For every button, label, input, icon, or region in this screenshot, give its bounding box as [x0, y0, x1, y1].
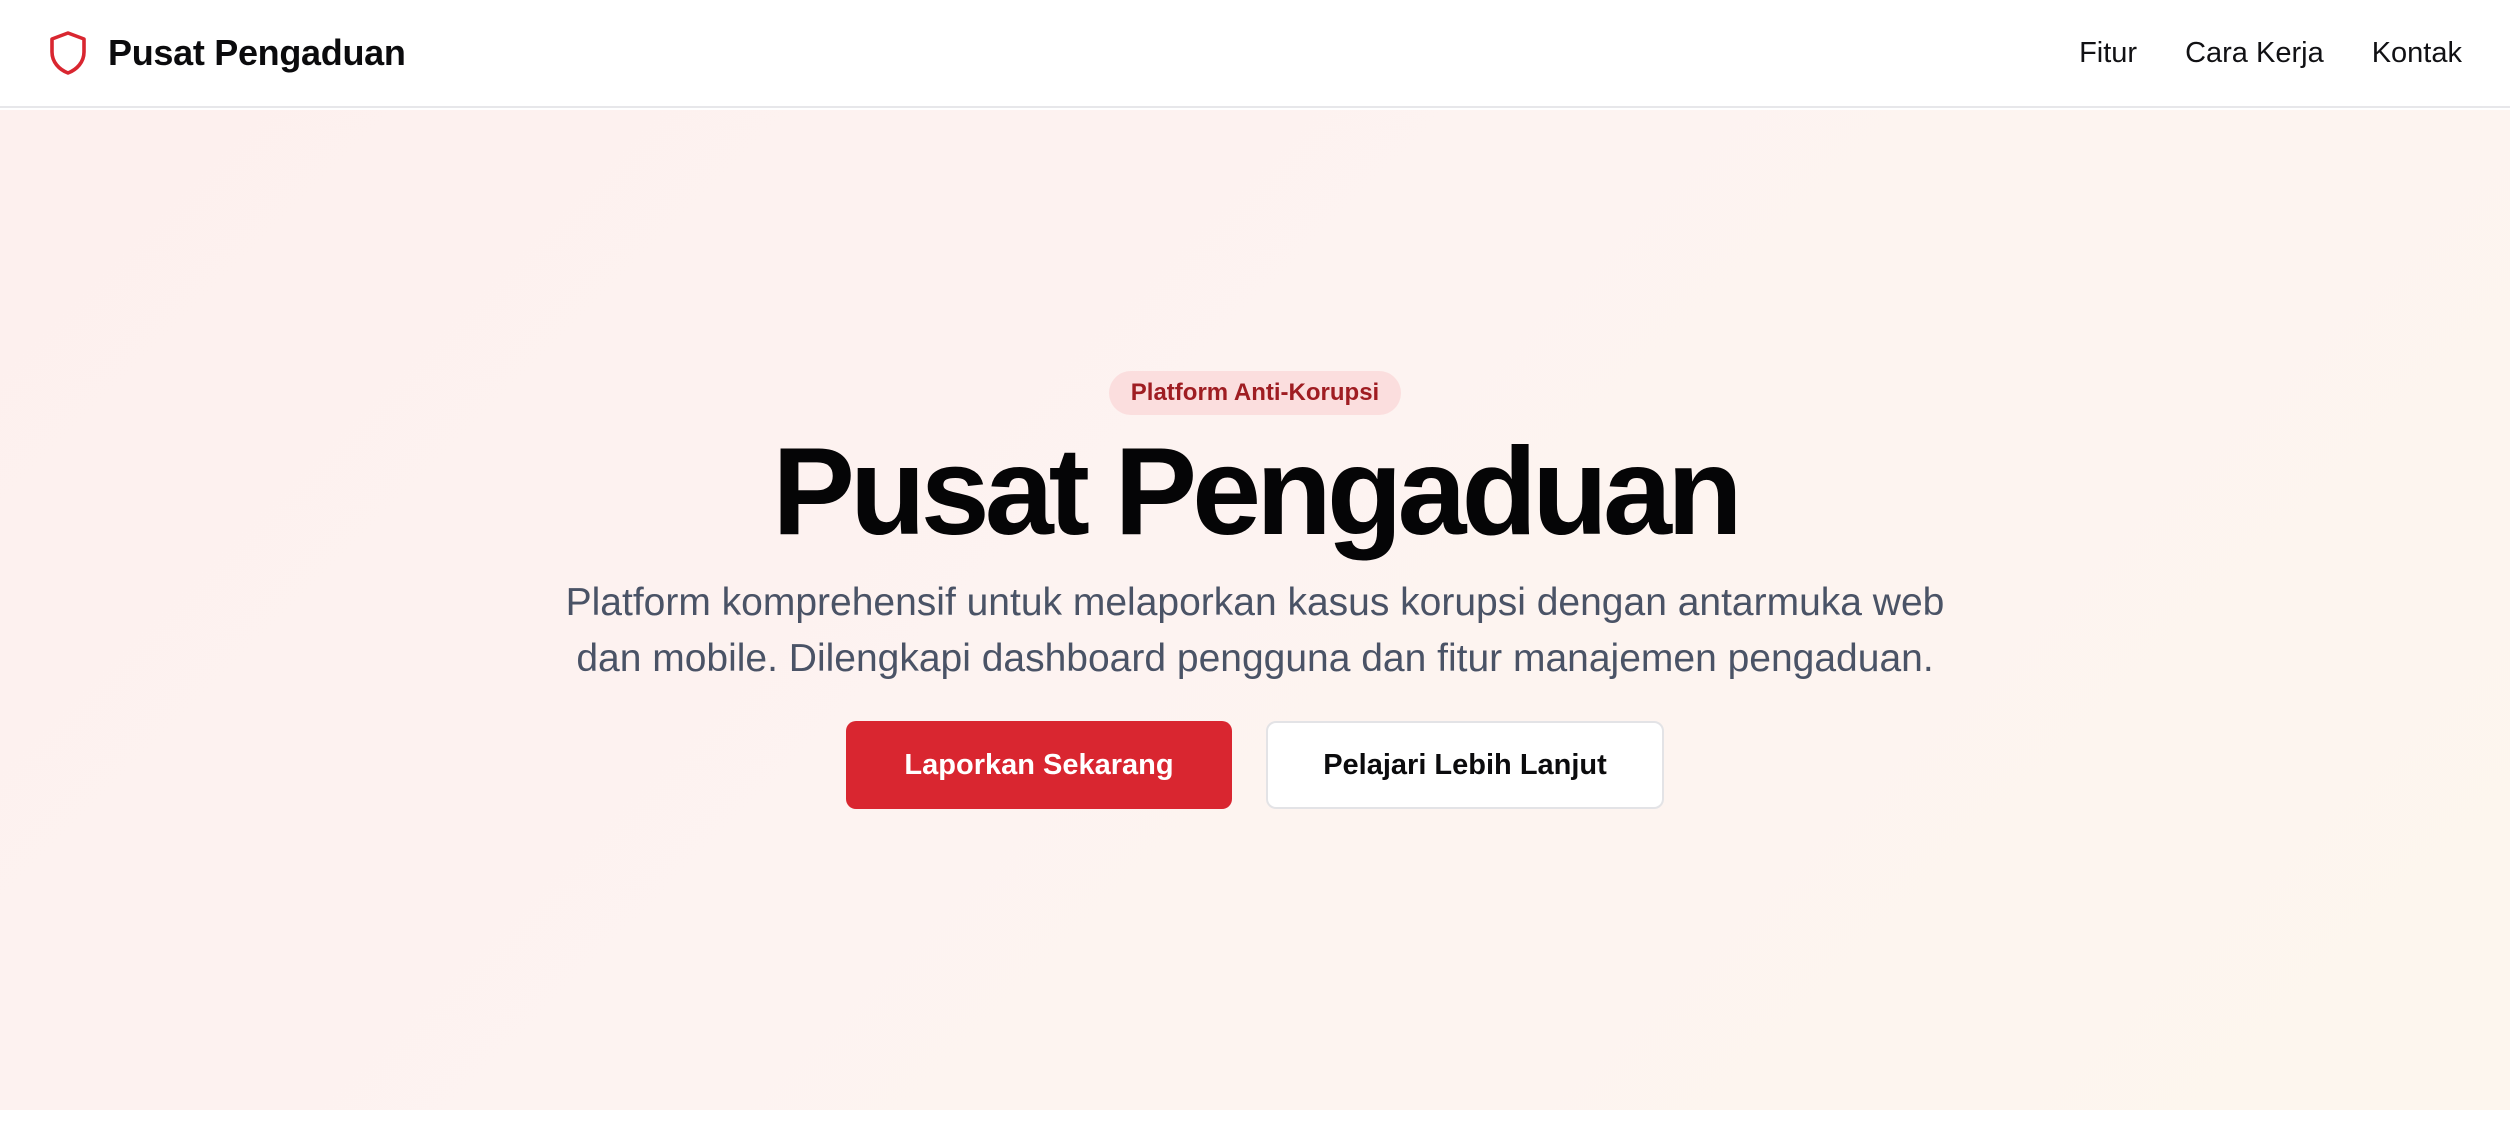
- hero-actions: Laporkan Sekarang Pelajari Lebih Lanjut: [846, 721, 1664, 809]
- brand-name: Pusat Pengaduan: [108, 32, 406, 73]
- hero-title: Pusat Pengaduan: [772, 423, 1742, 561]
- shield-icon: [50, 31, 86, 75]
- next-section-edge: [0, 1110, 2510, 1130]
- brand-logo-link[interactable]: Pusat Pengaduan: [48, 30, 406, 76]
- top-navbar: Pusat Pengaduan Fitur Cara Kerja Kontak: [0, 0, 2510, 108]
- learn-more-button[interactable]: Pelajari Lebih Lanjut: [1266, 721, 1664, 809]
- nav-link-cara-kerja[interactable]: Cara Kerja: [2185, 37, 2324, 70]
- hero-section: Platform Anti-Korupsi Pusat Pengaduan Pl…: [0, 110, 2510, 1110]
- report-now-button[interactable]: Laporkan Sekarang: [846, 721, 1232, 809]
- main-nav: Fitur Cara Kerja Kontak: [2079, 37, 2462, 70]
- nav-link-kontak[interactable]: Kontak: [2372, 37, 2462, 70]
- hero-description: Platform komprehensif untuk melaporkan k…: [565, 581, 1945, 680]
- nav-link-fitur[interactable]: Fitur: [2079, 37, 2137, 70]
- hero-badge: Platform Anti-Korupsi: [1108, 371, 1402, 415]
